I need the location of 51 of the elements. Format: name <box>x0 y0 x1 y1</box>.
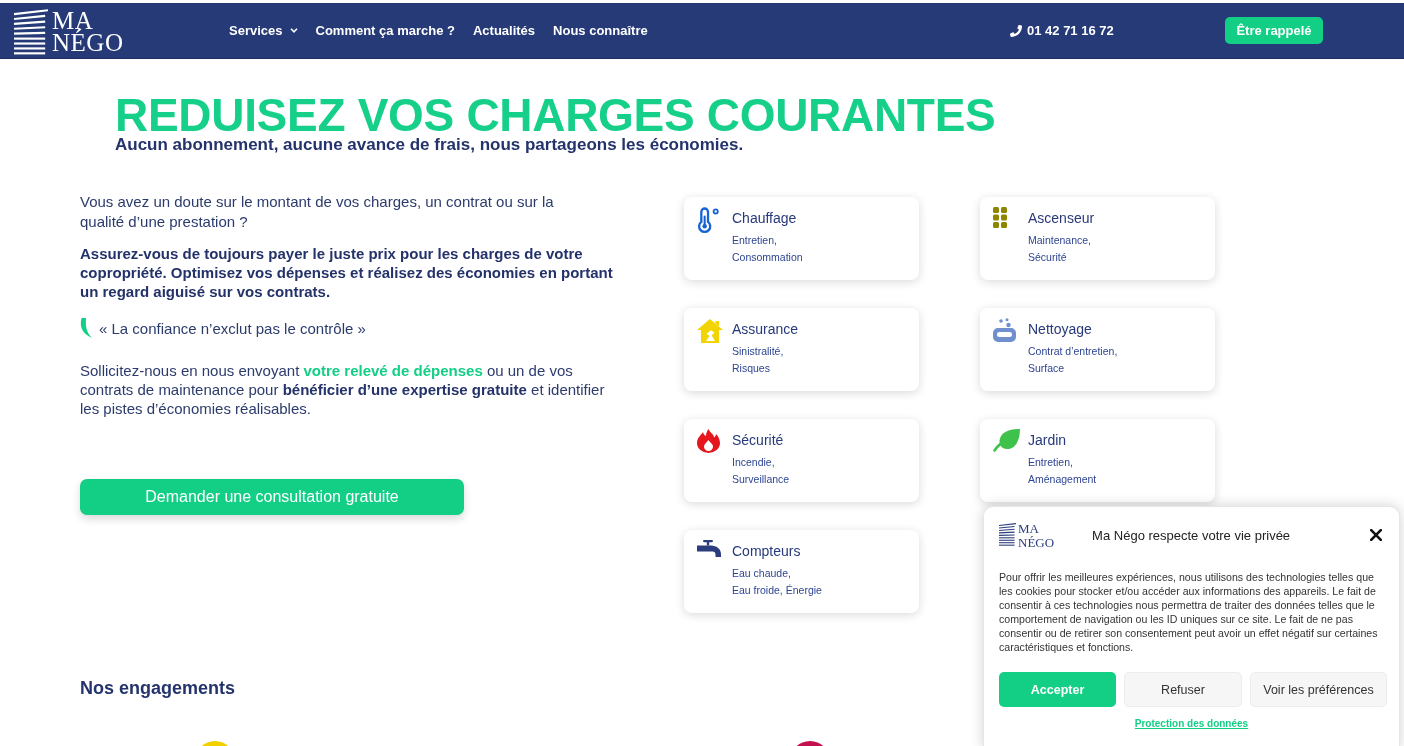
body-text: Sollicitez-nous en nous envoyant votre relevé de dépenses ou un de vos contrats de maintenance pour bénéficier d’une expertise gratuite et identifier les pistes d’économies réalisables. <box>80 361 605 418</box>
house-icon <box>697 318 723 343</box>
section-heading: Nos engagements <box>80 678 236 698</box>
card-text: Surface <box>1028 361 1065 376</box>
nav-link[interactable]: Services <box>229 23 298 38</box>
card-title: Nettoyage <box>1028 320 1092 338</box>
card-title: Compteurs <box>732 542 801 560</box>
page-title: REDUISEZ VOS CHARGES COURANTES <box>115 92 996 138</box>
flame-icon <box>697 429 720 453</box>
card-text: Incendie, <box>732 455 775 470</box>
card-text: Sécurité <box>1028 250 1067 265</box>
card-text: Entretien, <box>1028 455 1073 470</box>
card-text: Risques <box>732 361 770 376</box>
logo-text: MA <box>1018 522 1039 536</box>
nav-link[interactable]: Nous connaître <box>553 23 648 38</box>
card-text: Contrat d’entretien, <box>1028 344 1118 359</box>
thermometer-icon <box>697 207 720 234</box>
card-text: Surveillance <box>732 472 790 487</box>
dialog-text: Pour offrir les meilleures expériences, nous utilisons des technologies telles que les cookies pour stocker et/ou accéder aux informations des appareils. Le fait de consentir à ces technologies nous permettra de traiter des données telles que le comportement de navigation ou les ID uniques sur ce site. Le fait de ne pas consentir ou de retirer son consentement peut avoir un effet négatif sur certaines caractéristiques et fonctions. <box>999 570 1379 654</box>
dialog-button[interactable]: Refuser <box>1124 672 1242 707</box>
dialog-title: Ma Négo respecte votre vie privée <box>1092 527 1292 543</box>
card-text: Eau chaude, <box>732 566 791 581</box>
leaf-icon <box>993 429 1020 452</box>
nav-link[interactable]: Actualités <box>472 23 536 38</box>
card-title: Assurance <box>732 320 799 338</box>
body-text: Vous avez un doute sur le montant de vos charges, un contrat ou sur la qualité d’une prestation ? <box>80 192 555 232</box>
card-title: Ascenseur <box>1028 209 1095 227</box>
card-text: Maintenance, <box>1028 233 1092 248</box>
faucet-icon <box>697 540 721 557</box>
card-text: Entretien, <box>732 233 777 248</box>
body-text: Assurez-vous de toujours payer le juste prix pour les charges de votre copropriété. Optimisez vos dépenses et réalisez des économies en portant un regard aiguisé sur vos contrats. <box>80 244 614 301</box>
soap-icon <box>993 318 1016 342</box>
bracket-icon <box>80 318 92 338</box>
subtitle: Aucun abonnement, aucune avance de frais, nous partageons les économies. <box>115 135 744 155</box>
card-title: Chauffage <box>732 209 797 227</box>
nav-link[interactable]: Comment ça marche ? <box>315 23 455 38</box>
card-text: Sinistralité, <box>732 344 784 359</box>
stripes-icon <box>14 9 48 55</box>
stripes-icon <box>999 523 1016 546</box>
logo-text: NÉGO <box>1018 536 1055 550</box>
card-title: Jardin <box>1028 431 1067 449</box>
dialog-button[interactable]: Voir les préférences <box>1250 672 1387 707</box>
quote-text: « La confiance n’exclut pas le contrôle » <box>99 318 366 338</box>
card-text: Consommation <box>732 250 803 265</box>
phone-icon <box>1010 24 1022 37</box>
card-text: Aménagement <box>1028 472 1097 487</box>
card-title: Sécurité <box>732 431 784 449</box>
close-icon[interactable] <box>1370 529 1382 541</box>
phone-link[interactable]: 01 42 71 16 72 <box>1010 23 1114 38</box>
card-text: Eau froide, Énergie <box>732 583 822 598</box>
squares-icon <box>993 207 1007 228</box>
